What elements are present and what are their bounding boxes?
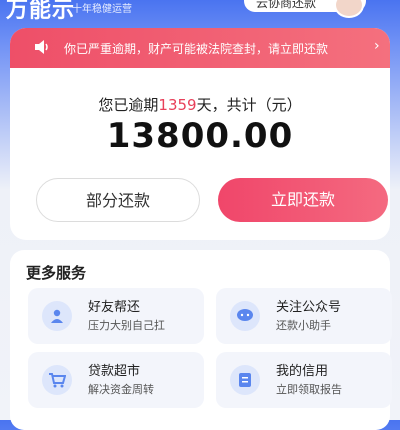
repay-now-button[interactable]: 立即还款 (218, 178, 388, 222)
service-title: 好友帮还 (88, 300, 141, 315)
service-friend-help[interactable]: 好友帮还 压力大别自己扛 (28, 288, 204, 344)
total-amount: 13800.00 (106, 116, 294, 156)
brand-logo: 万能示 (6, 0, 76, 23)
chevron-right-icon: › (374, 38, 380, 54)
service-subtitle: 解决资金周转 (88, 383, 154, 396)
service-title: 关注公众号 (276, 300, 342, 315)
speaker-icon (34, 40, 50, 57)
service-follow-account[interactable]: 关注公众号 还款小助手 (216, 288, 392, 344)
cart-icon (42, 365, 72, 395)
debt-card: 你已严重逾期，财产可能被法院查封，请立即还款 › 您已逾期1359天，共计（元）… (10, 28, 390, 240)
user-icon (42, 301, 72, 331)
service-title: 我的信用 (276, 364, 329, 379)
notice-text: 你已严重逾期，财产可能被法院查封，请立即还款 (64, 42, 329, 56)
overdue-notice-banner[interactable]: 你已严重逾期，财产可能被法院查封，请立即还款 › (10, 28, 390, 68)
service-title: 贷款超市 (88, 364, 141, 379)
negotiation-label: 云协商还款 (256, 0, 317, 10)
service-my-credit[interactable]: 我的信用 立即领取报告 (216, 352, 392, 408)
document-icon (230, 365, 260, 395)
more-services-panel: 更多服务 好友帮还 压力大别自己扛 关注公众号 还款小助手 贷款超市 解决资金周… (10, 250, 392, 430)
service-subtitle: 立即领取报告 (276, 383, 342, 396)
service-loan-market[interactable]: 贷款超市 解决资金周转 (28, 352, 204, 408)
app-header: 万能示 十年稳健运营 云协商还款 (0, 0, 400, 28)
overdue-suffix: 天，共计（元） (196, 96, 302, 114)
overdue-prefix: 您已逾期 (98, 96, 159, 114)
overdue-summary: 您已逾期1359天，共计（元） (10, 94, 390, 115)
service-subtitle: 还款小助手 (276, 319, 331, 332)
overdue-days: 1359 (158, 96, 197, 114)
service-subtitle: 压力大别自己扛 (88, 319, 165, 332)
avatar[interactable] (334, 0, 364, 18)
services-title: 更多服务 (26, 264, 87, 282)
partial-repay-button[interactable]: 部分还款 (36, 178, 200, 222)
chat-icon (230, 301, 260, 331)
brand-slogan: 十年稳健运营 (72, 4, 132, 15)
